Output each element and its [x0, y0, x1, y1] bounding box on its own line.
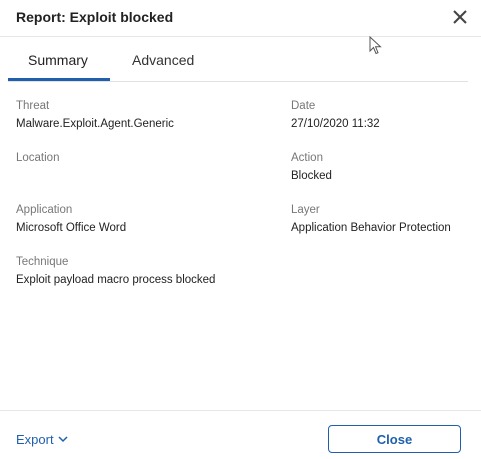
active-tab-indicator — [8, 78, 110, 81]
field-value: Exploit payload macro process blocked — [16, 274, 216, 286]
field-label: Date — [291, 100, 316, 112]
field-label: Application — [16, 204, 73, 216]
field-label: Location — [16, 152, 60, 164]
field-layer: Layer Application Behavior Protection — [291, 204, 451, 234]
chevron-down-icon — [58, 436, 68, 443]
field-label: Technique — [16, 256, 69, 268]
field-value: Microsoft Office Word — [16, 222, 127, 234]
field-value: Application Behavior Protection — [291, 222, 451, 234]
field-label: Threat — [16, 100, 50, 112]
field-label: Action — [291, 152, 323, 164]
footer-divider — [0, 410, 481, 411]
close-icon[interactable] — [451, 8, 469, 26]
dialog-header: Report: Exploit blocked — [0, 0, 481, 37]
field-action: Action Blocked — [291, 152, 332, 182]
field-technique: Technique Exploit payload macro process … — [16, 256, 215, 286]
field-value: Blocked — [291, 170, 332, 182]
field-location: Location — [16, 152, 59, 170]
field-application: Application Microsoft Office Word — [16, 204, 126, 234]
field-value: 27/10/2020 11:32 — [291, 118, 380, 130]
export-button[interactable]: Export — [16, 432, 68, 447]
report-dialog: Report: Exploit blocked Summary Advanced… — [0, 0, 481, 459]
field-date: Date 27/10/2020 11:32 — [291, 100, 380, 130]
dialog-title: Report: Exploit blocked — [16, 9, 174, 25]
tab-advanced[interactable]: Advanced — [132, 52, 194, 68]
tab-summary[interactable]: Summary — [28, 52, 88, 68]
close-button[interactable]: Close — [328, 425, 461, 453]
field-value: Malware.Exploit.Agent.Generic — [16, 118, 174, 130]
tab-bar: Summary Advanced — [8, 38, 468, 82]
field-label: Layer — [291, 204, 320, 216]
field-threat: Threat Malware.Exploit.Agent.Generic — [16, 100, 174, 130]
export-label: Export — [16, 432, 54, 447]
